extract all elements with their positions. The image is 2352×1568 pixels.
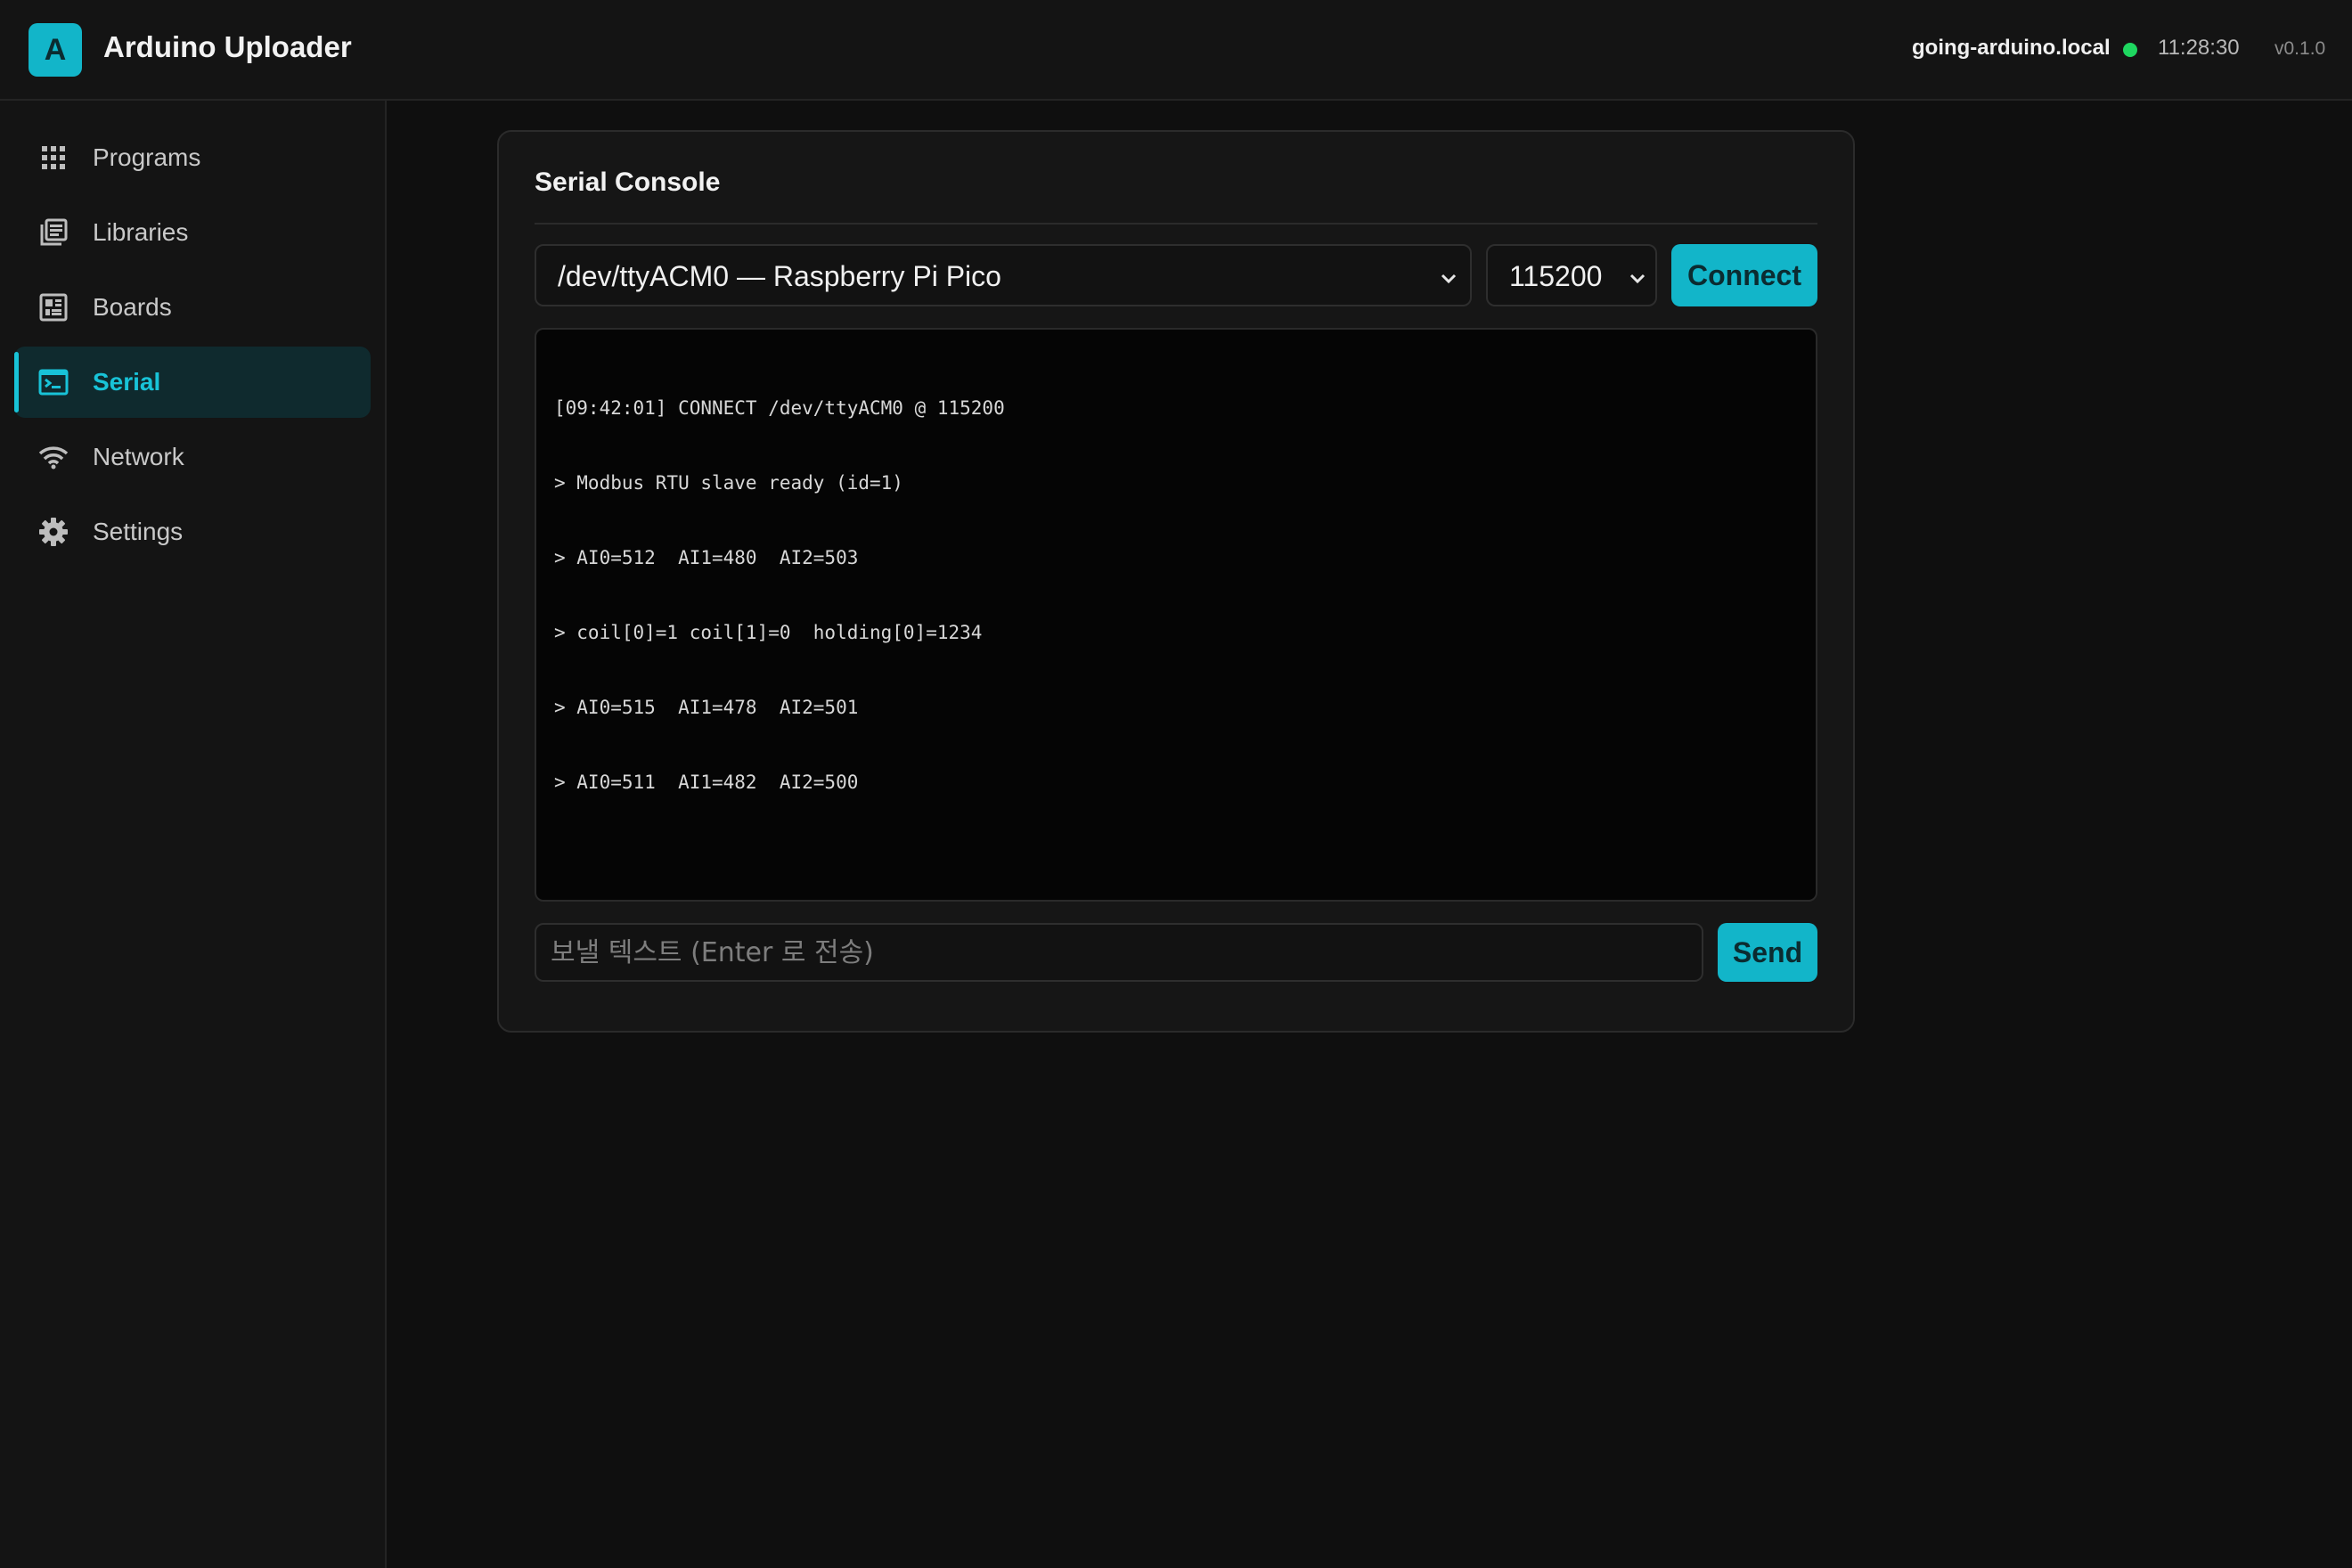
terminal-icon	[37, 366, 69, 398]
sidebar-item-label: Serial	[93, 368, 161, 396]
send-button[interactable]: Send	[1718, 923, 1817, 982]
sidebar-item-programs[interactable]: Programs	[14, 122, 371, 193]
gear-icon	[37, 516, 69, 548]
console-line: > coil[0]=1 coil[1]=0 holding[0]=1234	[554, 622, 983, 643]
console-line: > AI0=512 AI1=480 AI2=503	[554, 547, 859, 568]
serial-console-card: Serial Console /dev/ttyACM0 — Raspberry …	[497, 130, 1855, 1033]
app-logo: A	[29, 23, 82, 77]
console-line: [09:42:01] CONNECT /dev/ttyACM0 @ 115200	[554, 397, 1005, 419]
host-name: going-arduino.local	[1912, 36, 2111, 60]
card-title: Serial Console	[535, 167, 721, 197]
wifi-icon	[37, 441, 69, 473]
sidebar-item-serial[interactable]: Serial	[14, 347, 371, 418]
app-title: Arduino Uploader	[103, 30, 352, 63]
version-label: v0.1.0	[2274, 38, 2326, 59]
send-text-input[interactable]	[535, 923, 1703, 982]
sidebar-item-network[interactable]: Network	[14, 421, 371, 493]
sidebar: Programs Libraries Boards Serial Network…	[0, 101, 387, 1568]
console-line: > AI0=515 AI1=478 AI2=501	[554, 697, 859, 718]
clock: 11:28:30	[2158, 36, 2240, 60]
connect-button[interactable]: Connect	[1671, 244, 1817, 306]
sidebar-item-label: Libraries	[93, 218, 189, 246]
sidebar-item-settings[interactable]: Settings	[14, 496, 371, 568]
library-icon	[37, 216, 69, 249]
grid-icon	[37, 142, 69, 174]
baud-rate-select[interactable]: 115200	[1486, 244, 1657, 306]
chevron-down-icon	[1629, 274, 1646, 284]
sidebar-item-label: Settings	[93, 518, 184, 545]
board-icon	[37, 291, 69, 323]
top-bar: A Arduino Uploader going-arduino.local 1…	[0, 0, 2352, 101]
sidebar-item-boards[interactable]: Boards	[14, 272, 371, 343]
divider	[535, 223, 1817, 225]
sidebar-item-label: Boards	[93, 293, 172, 321]
console-line: > Modbus RTU slave ready (id=1)	[554, 472, 903, 494]
baud-rate-value: 115200	[1509, 260, 1603, 292]
sidebar-item-label: Programs	[93, 143, 201, 171]
sidebar-item-libraries[interactable]: Libraries	[14, 197, 371, 268]
port-select-value: /dev/ttyACM0 — Raspberry Pi Pico	[558, 260, 1001, 292]
port-select[interactable]: /dev/ttyACM0 — Raspberry Pi Pico	[535, 244, 1472, 306]
chevron-down-icon	[1441, 274, 1457, 284]
serial-output[interactable]: [09:42:01] CONNECT /dev/ttyACM0 @ 115200…	[535, 328, 1817, 902]
sidebar-item-label: Network	[93, 443, 184, 470]
connection-status-dot	[2123, 43, 2137, 57]
console-line: > AI0=511 AI1=482 AI2=500	[554, 772, 859, 793]
